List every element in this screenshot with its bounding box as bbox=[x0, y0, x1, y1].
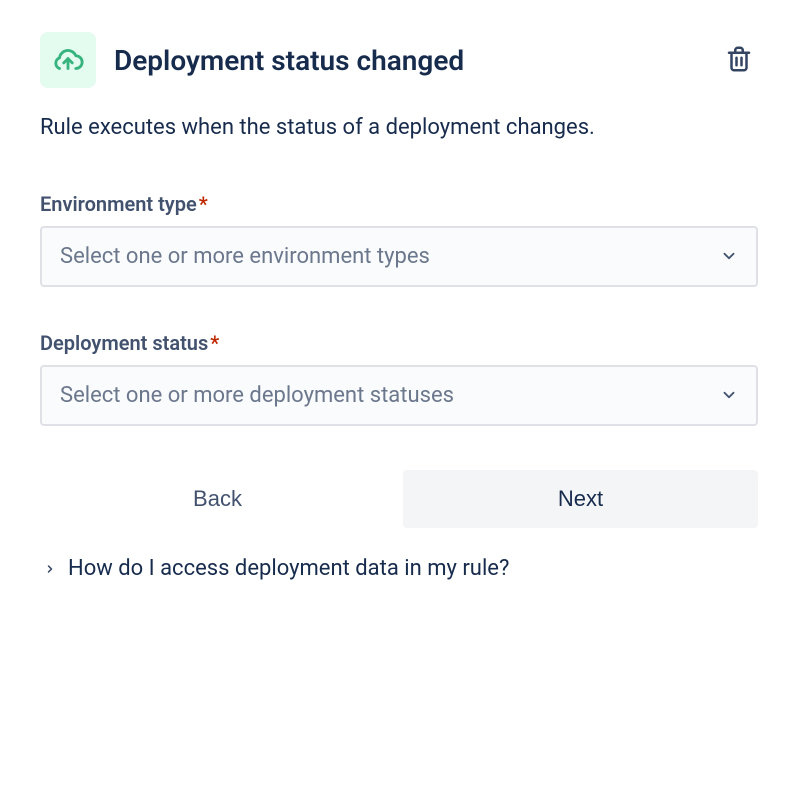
chevron-down-icon bbox=[720, 386, 738, 404]
deployment-status-label-text: Deployment status bbox=[40, 331, 208, 355]
header-left: Deployment status changed bbox=[40, 32, 464, 88]
chevron-right-icon bbox=[44, 556, 56, 581]
deployment-status-label: Deployment status* bbox=[40, 331, 758, 355]
environment-type-select[interactable]: Select one or more environment types bbox=[40, 226, 758, 287]
page-title: Deployment status changed bbox=[114, 44, 464, 77]
help-link[interactable]: How do I access deployment data in my ru… bbox=[40, 556, 758, 581]
environment-type-placeholder: Select one or more environment types bbox=[60, 244, 430, 269]
environment-type-label-text: Environment type bbox=[40, 192, 197, 216]
description-text: Rule executes when the status of a deplo… bbox=[40, 112, 758, 144]
chevron-down-icon bbox=[720, 247, 738, 265]
trash-icon bbox=[724, 44, 754, 74]
cloud-upload-icon bbox=[51, 43, 85, 77]
deployment-status-select[interactable]: Select one or more deployment statuses bbox=[40, 365, 758, 426]
next-button[interactable]: Next bbox=[403, 470, 758, 528]
environment-type-field: Environment type* Select one or more env… bbox=[40, 192, 758, 287]
deployment-status-placeholder: Select one or more deployment statuses bbox=[60, 383, 454, 408]
help-link-text: How do I access deployment data in my ru… bbox=[68, 556, 509, 581]
back-button[interactable]: Back bbox=[40, 470, 395, 528]
button-row: Back Next bbox=[40, 470, 758, 528]
deployment-status-field: Deployment status* Select one or more de… bbox=[40, 331, 758, 426]
required-asterisk: * bbox=[199, 192, 208, 216]
required-asterisk: * bbox=[210, 331, 219, 355]
header-row: Deployment status changed bbox=[40, 32, 758, 88]
delete-button[interactable] bbox=[720, 40, 758, 81]
environment-type-label: Environment type* bbox=[40, 192, 758, 216]
deployment-icon-box bbox=[40, 32, 96, 88]
